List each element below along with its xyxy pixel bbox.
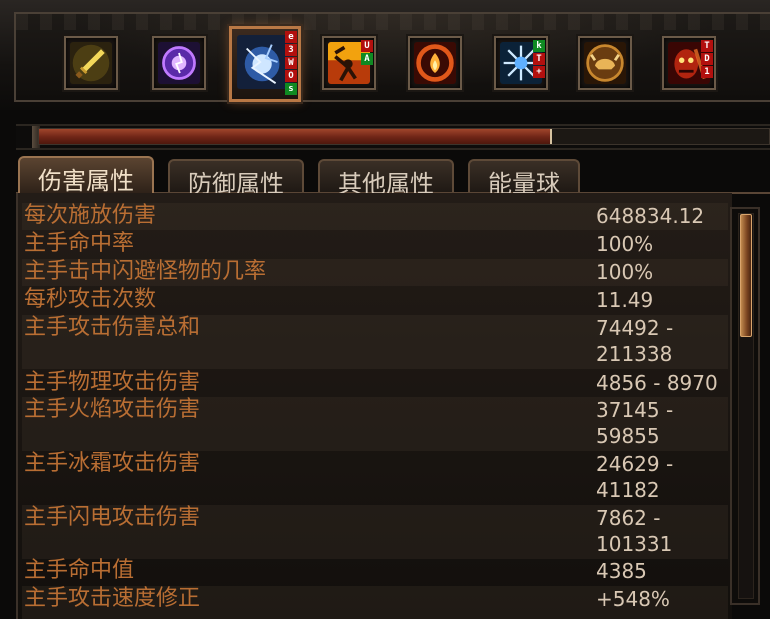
stat-value: 7862 - <box>596 506 661 530</box>
stat-row: 每秒攻击次数 11.49 <box>22 287 728 314</box>
stat-row: 主手击中闪避怪物的几率 100% <box>22 259 728 286</box>
hotkey-badges: TD1 <box>701 40 713 78</box>
stat-value: 74492 - <box>596 316 674 340</box>
stat-value-line2: 211338 <box>596 342 673 366</box>
stat-label: 主手攻击伤害总和 <box>24 315 201 340</box>
tab-damage[interactable]: 伤害属性 <box>18 156 154 195</box>
stat-value: 4856 - 8970 <box>596 371 718 395</box>
hotkey-badge: A <box>361 53 373 65</box>
stat-value: 100% <box>596 260 654 284</box>
hotkey-badge: 1 <box>701 66 713 78</box>
stat-value-line2: 59855 <box>596 424 660 448</box>
scrollbar-thumb[interactable] <box>740 214 752 337</box>
stat-label: 主手攻击速度修正 <box>24 586 201 611</box>
hotkey-badge: s <box>285 83 297 95</box>
stat-value: +548% <box>596 587 670 611</box>
skill-bar-frame <box>14 12 770 102</box>
stat-label: 每秒攻击次数 <box>24 287 157 312</box>
stat-value: 4385 <box>596 559 647 583</box>
attribute-tabs: 伤害属性 防御属性 其他属性 能量球 <box>16 156 770 198</box>
stat-row: 主手命中率 100% <box>22 231 728 258</box>
hotkey-badge: T <box>701 40 713 52</box>
stat-label: 主手命中率 <box>24 231 135 256</box>
hotkey-badge: T <box>533 53 545 65</box>
hotkey-badge: D <box>701 53 713 65</box>
hotkey-badges: UA <box>361 40 373 65</box>
skill-slot-3[interactable]: e3WOs <box>229 26 301 102</box>
stat-value: 24629 - <box>596 452 674 476</box>
skill-slot-8[interactable]: TD1 <box>662 36 716 90</box>
experience-bar <box>16 124 770 150</box>
tab-orb[interactable]: 能量球 <box>468 159 580 198</box>
stat-row: 主手攻击速度修正 +548% <box>22 586 728 619</box>
skill-slot-1[interactable] <box>64 36 118 90</box>
stat-value-line2: 101331 <box>596 532 673 556</box>
hotkey-badge: U <box>361 40 373 52</box>
skill-slot-4[interactable]: UA <box>322 36 376 90</box>
stat-row: 主手攻击伤害总和 74492 - 211338 <box>22 315 728 369</box>
stat-value-line2: 41182 <box>596 478 660 502</box>
stat-row: 主手命中值 4385 <box>22 558 728 585</box>
experience-bar-fill <box>39 129 552 144</box>
hotkey-badge: k <box>533 40 545 52</box>
stat-label: 主手闪电攻击伤害 <box>24 505 201 530</box>
hotkey-badge: O <box>285 70 297 82</box>
stat-row: 每次施放伤害 648834.12 <box>22 203 728 230</box>
stat-value: 37145 - <box>596 398 674 422</box>
tab-defense[interactable]: 防御属性 <box>168 159 304 198</box>
skill-slot-2[interactable] <box>152 36 206 90</box>
hotkey-badge: 3 <box>285 44 297 56</box>
hotkey-badges: e3WOs <box>285 31 297 95</box>
stat-label: 主手击中闪避怪物的几率 <box>24 259 267 284</box>
stat-label: 主手命中值 <box>24 558 135 583</box>
hotkey-badge: + <box>533 66 545 78</box>
stat-value: 11.49 <box>596 288 654 312</box>
stat-row: 主手冰霜攻击伤害 24629 - 41182 <box>22 451 728 505</box>
stat-value: 100% <box>596 232 654 256</box>
arcane-orb-icon <box>158 42 200 84</box>
hotkey-badge: W <box>285 57 297 69</box>
stats-panel: 每次施放伤害 648834.12 主手命中率 100% 主手击中闪避怪物的几率 … <box>16 193 732 619</box>
stat-value: 648834.12 <box>596 204 705 228</box>
fire-ring-icon <box>414 42 456 84</box>
stat-row: 主手闪电攻击伤害 7862 - 101331 <box>22 505 728 559</box>
stat-label: 主手物理攻击伤害 <box>24 370 201 395</box>
stat-label: 主手火焰攻击伤害 <box>24 397 201 422</box>
sword-icon <box>70 42 112 84</box>
stat-row: 主手火焰攻击伤害 37145 - 59855 <box>22 397 728 451</box>
hotkey-badges: k T + <box>533 40 545 78</box>
scrollbar-track[interactable] <box>738 213 754 599</box>
skill-slot-5[interactable] <box>408 36 462 90</box>
bull-charge-icon <box>584 42 626 84</box>
stat-label: 每次施放伤害 <box>24 203 157 228</box>
hotkey-badge: e <box>285 31 297 43</box>
experience-bar-track <box>38 128 770 145</box>
skill-slot-7[interactable] <box>578 36 632 90</box>
tab-other[interactable]: 其他属性 <box>318 159 454 198</box>
stat-label: 主手冰霜攻击伤害 <box>24 451 201 476</box>
skill-slot-6[interactable]: k T + <box>494 36 548 90</box>
stats-scrollbar[interactable] <box>730 207 760 605</box>
stat-row: 主手物理攻击伤害 4856 - 8970 <box>22 370 728 397</box>
skill-bar: e3WOs UA k T + T D 1 <box>0 0 770 110</box>
